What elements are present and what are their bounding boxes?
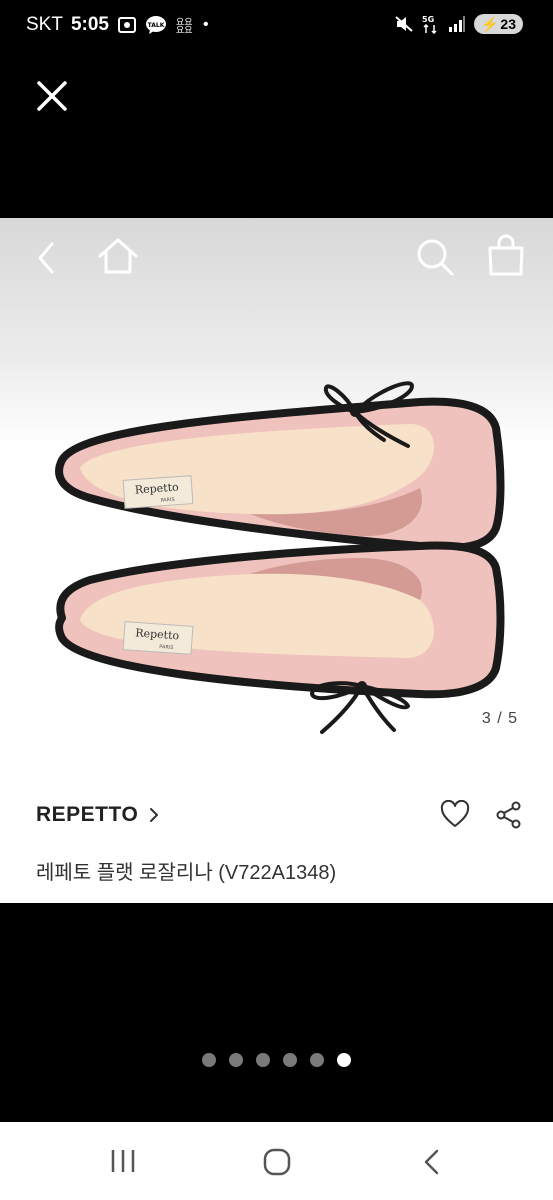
status-right: 5G ⚡ 23 bbox=[394, 14, 523, 34]
signal-icon bbox=[448, 15, 466, 33]
share-button[interactable] bbox=[494, 800, 524, 835]
shoe-bottom: Repetto PARIS bbox=[55, 541, 505, 734]
insole-logo-top: Repetto PARIS bbox=[122, 475, 194, 509]
mute-icon bbox=[394, 15, 414, 33]
chevron-right-icon bbox=[150, 808, 159, 822]
screenshot-icon bbox=[117, 16, 137, 34]
chevron-left-icon bbox=[38, 242, 54, 274]
favorite-button[interactable] bbox=[440, 799, 470, 835]
cart-button[interactable] bbox=[486, 234, 526, 283]
system-navigation-bar bbox=[0, 1122, 553, 1200]
home-button[interactable] bbox=[96, 236, 140, 281]
home-system-button[interactable] bbox=[262, 1148, 292, 1181]
product-viewer: Repetto PARIS Repetto PARIS 3 / 5 REPETT… bbox=[0, 218, 553, 903]
charging-icon: ⚡ bbox=[480, 15, 499, 32]
shoe-top: Repetto PARIS bbox=[55, 381, 505, 552]
shopping-bag-icon bbox=[488, 234, 524, 276]
pagination-dots bbox=[0, 1053, 553, 1067]
pagination-dot[interactable] bbox=[310, 1053, 324, 1067]
image-counter: 3 / 5 bbox=[481, 710, 518, 727]
search-button[interactable] bbox=[414, 236, 456, 283]
battery-indicator: ⚡ 23 bbox=[473, 14, 523, 34]
home-circle-icon bbox=[263, 1148, 291, 1176]
recent-apps-button[interactable] bbox=[108, 1148, 138, 1179]
pagination-dot[interactable] bbox=[283, 1053, 297, 1067]
heart-icon bbox=[440, 799, 470, 827]
insole-sub-text-bottom: PARIS bbox=[159, 644, 174, 651]
back-arrow-icon bbox=[424, 1149, 439, 1175]
carrier-label: SKT bbox=[26, 14, 63, 35]
insole-logo-bottom: Repetto PARIS bbox=[122, 621, 194, 655]
chat-talk-icon: TALK bbox=[145, 15, 167, 35]
battery-level: 23 bbox=[500, 16, 516, 32]
product-title: 레페토 플랫 로잘리나 (V722A1348) bbox=[36, 862, 337, 884]
recent-apps-icon bbox=[111, 1150, 135, 1172]
product-image[interactable]: Repetto PARIS Repetto PARIS bbox=[0, 368, 553, 748]
pagination-dot[interactable] bbox=[229, 1053, 243, 1067]
network-5g-icon: 5G bbox=[422, 14, 440, 34]
close-icon bbox=[37, 81, 67, 111]
home-icon bbox=[98, 238, 138, 274]
status-bar: SKT 5:05 TALK 요요 요요 • 5G ⚡ 23 bbox=[0, 0, 553, 52]
status-dot: • bbox=[202, 16, 209, 33]
svg-text:요요: 요요 bbox=[176, 25, 193, 34]
search-icon bbox=[417, 239, 454, 276]
chat-talk-label: TALK bbox=[148, 22, 165, 29]
pagination-dot[interactable] bbox=[337, 1053, 351, 1067]
back-button[interactable] bbox=[34, 240, 58, 281]
share-icon bbox=[496, 801, 521, 829]
pagination-dot[interactable] bbox=[256, 1053, 270, 1067]
system-back-button[interactable] bbox=[420, 1148, 444, 1181]
close-button[interactable] bbox=[34, 78, 70, 114]
status-left: SKT 5:05 TALK 요요 요요 • bbox=[26, 14, 209, 36]
notification-icon: 요요 요요 bbox=[175, 16, 195, 34]
brand-name: REPETTO bbox=[36, 803, 139, 826]
clock: 5:05 bbox=[70, 14, 109, 35]
brand-link[interactable]: REPETTO bbox=[36, 803, 160, 827]
pagination-dot[interactable] bbox=[202, 1053, 216, 1067]
insole-sub-text-top: PARIS bbox=[160, 497, 175, 504]
network-label: 5G bbox=[422, 15, 434, 24]
